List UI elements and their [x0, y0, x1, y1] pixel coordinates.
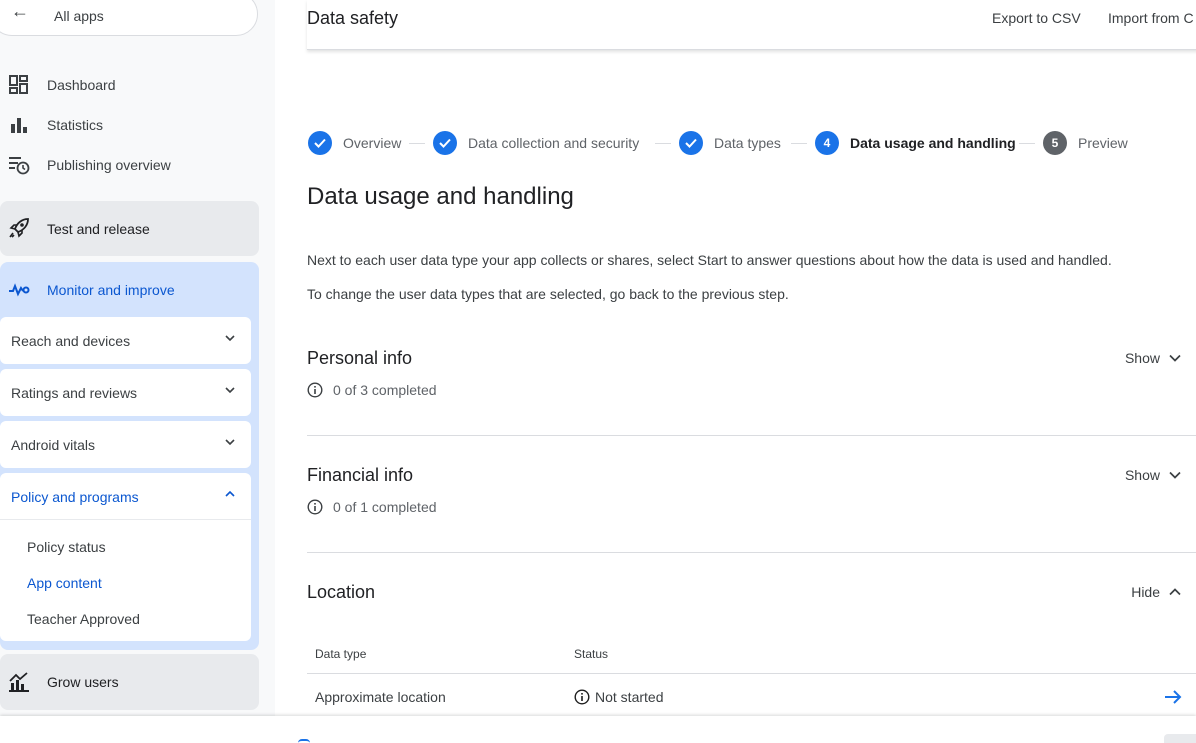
chevron-down-icon: [225, 335, 235, 342]
sidebar-item-label: Reach and devices: [11, 333, 131, 349]
import-button[interactable]: Import from C: [1108, 10, 1194, 26]
step-label: Data types: [714, 135, 781, 151]
divider: [0, 519, 251, 520]
table-row: Approximate location Not started: [315, 689, 1195, 705]
chevron-down-icon: [225, 439, 235, 446]
stepper: Overview Data collection and security Da…: [308, 130, 1188, 156]
category-progress: 0 of 3 completed: [307, 382, 437, 398]
publishing-schedule-icon: [8, 154, 30, 176]
step-preview[interactable]: 5 Preview: [1043, 130, 1128, 156]
step-data-types[interactable]: Data types: [679, 130, 781, 156]
sidebar-item-app-content[interactable]: App content: [27, 575, 102, 591]
scroll-corner: [1164, 734, 1196, 743]
category-title: Personal info: [307, 348, 413, 368]
sidebar: ← All apps Dashboard Statistics Publishi…: [0, 0, 275, 743]
category-title: Location: [307, 582, 376, 602]
toggle-label: Show: [1124, 467, 1160, 483]
sidebar-item-reach-and-devices[interactable]: Reach and devices: [0, 317, 251, 364]
chevron-up-icon[interactable]: [223, 487, 237, 501]
toggle-label: Show: [1124, 350, 1160, 366]
chevron-down-icon: [1169, 354, 1181, 362]
hide-toggle-button[interactable]: Hide: [1131, 584, 1182, 600]
info-icon: [307, 382, 323, 398]
arrow-right-icon[interactable]: [1163, 687, 1183, 707]
section-grow-users[interactable]: Grow users: [0, 654, 259, 710]
status-cell: Not started: [574, 689, 663, 705]
step-overview[interactable]: Overview: [308, 130, 401, 156]
progress-text: 0 of 3 completed: [333, 382, 437, 398]
check-icon: [679, 131, 703, 155]
growth-chart-icon: [8, 671, 30, 693]
chevron-down-icon: [1169, 471, 1181, 479]
sidebar-item-publishing-overview[interactable]: Publishing overview: [0, 145, 260, 185]
column-header-data-type: Data type: [315, 647, 367, 661]
sidebar-item-label: Publishing overview: [47, 157, 171, 173]
page-title: Data usage and handling: [307, 183, 574, 210]
check-icon: [433, 131, 457, 155]
step-data-collection[interactable]: Data collection and security: [433, 130, 639, 156]
all-apps-label: All apps: [54, 8, 104, 24]
sidebar-item-policy-status[interactable]: Policy status: [27, 539, 106, 555]
step-connector: [409, 143, 425, 144]
sidebar-group-policy-and-programs: Policy and programs Policy status App co…: [0, 473, 251, 641]
category-progress: 0 of 1 completed: [307, 499, 437, 515]
description-text: Next to each user data type your app col…: [307, 252, 1112, 268]
sidebar-item-teacher-approved[interactable]: Teacher Approved: [27, 611, 140, 627]
sidebar-item-ratings-and-reviews[interactable]: Ratings and reviews: [0, 369, 251, 416]
step-number: 4: [815, 131, 839, 155]
section-label: Grow users: [47, 673, 119, 690]
show-toggle-button[interactable]: Show: [1125, 350, 1182, 366]
section-label: Monitor and improve: [47, 281, 175, 298]
check-icon: [308, 131, 332, 155]
section-test-and-release[interactable]: Test and release: [0, 201, 259, 256]
page-header-title: Data safety: [307, 8, 399, 28]
bottom-bar: [0, 716, 1196, 743]
sidebar-item-label: Android vitals: [11, 437, 96, 453]
step-label: Data usage and handling: [850, 135, 1016, 151]
progress-text: 0 of 1 completed: [333, 499, 437, 515]
sidebar-item-android-vitals[interactable]: Android vitals: [0, 421, 251, 468]
pulse-icon: [8, 278, 30, 300]
sidebar-item-label: Statistics: [47, 117, 104, 133]
page-header: Data safety Export to CSV Import from C: [307, 0, 1196, 50]
column-header-status: Status: [574, 647, 609, 661]
chevron-down-icon: [225, 387, 235, 394]
bar-chart-icon: [8, 114, 30, 136]
divider: [307, 673, 1196, 674]
step-connector: [791, 143, 807, 144]
divider: [307, 552, 1196, 553]
step-label: Data collection and security: [468, 135, 640, 151]
sidebar-item-dashboard[interactable]: Dashboard: [0, 65, 260, 105]
step-connector: [655, 143, 671, 144]
section-label: Test and release: [47, 220, 150, 237]
rocket-icon: [8, 217, 30, 239]
toggle-label: Hide: [1131, 584, 1160, 600]
category-title: Financial info: [307, 465, 414, 485]
sidebar-item-label: Ratings and reviews: [11, 385, 138, 401]
step-connector: [1019, 143, 1035, 144]
status-text: Not started: [595, 689, 664, 705]
show-toggle-button[interactable]: Show: [1125, 467, 1182, 483]
data-type-cell: Approximate location: [315, 689, 446, 705]
all-apps-button[interactable]: ← All apps: [0, 0, 258, 36]
dashboard-icon: [8, 74, 30, 96]
sidebar-item-statistics[interactable]: Statistics: [0, 105, 260, 145]
step-label: Preview: [1078, 135, 1128, 151]
export-csv-button[interactable]: Export to CSV: [992, 10, 1081, 26]
policy-and-programs-toggle[interactable]: Policy and programs: [11, 489, 139, 505]
description-text: To change the user data types that are s…: [307, 286, 789, 302]
step-data-usage[interactable]: 4 Data usage and handling: [815, 130, 1016, 156]
chevron-up-icon: [1169, 588, 1181, 596]
table-header: Data type Status: [315, 647, 608, 661]
step-label: Overview: [343, 135, 402, 151]
divider: [307, 435, 1196, 436]
info-icon: [574, 689, 590, 705]
info-icon: [307, 499, 323, 515]
sidebar-item-label: Dashboard: [47, 77, 116, 93]
main-content: Data safety Export to CSV Import from C …: [275, 0, 1196, 743]
monitor-header[interactable]: Monitor and improve: [0, 262, 259, 317]
back-arrow-icon: ←: [11, 1, 29, 21]
step-number: 5: [1043, 131, 1067, 155]
status-indicator: [298, 739, 310, 743]
